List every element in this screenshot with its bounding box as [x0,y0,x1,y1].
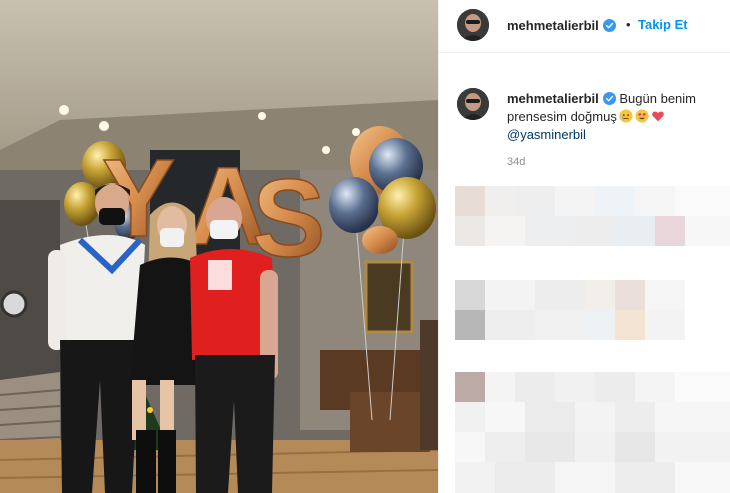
post-header: mehmetalierbil • Takip Et [439,0,730,53]
post-caption: mehmetalierbil Bugün benim prensesim doğ… [507,90,721,144]
header-separator-dot: • [626,17,631,32]
red-heart-icon [652,111,664,122]
header-avatar[interactable] [457,9,489,41]
blurred-comments [455,372,730,493]
post-side-panel: mehmetalierbil • Takip Et mehmetalierbil… [438,0,730,493]
verified-badge-icon [602,19,616,32]
blurred-comments [455,280,730,340]
mention-link[interactable]: @yasminerbil [507,127,586,142]
profile-photo-icon [457,88,489,120]
profile-photo-icon [457,9,489,41]
post-photo[interactable]: Y A S [0,0,438,493]
party-photo-illustration: Y A S [0,0,438,493]
follow-button[interactable]: Takip Et [638,17,688,32]
caption-username[interactable]: mehmetalierbil [507,91,599,106]
header-username[interactable]: mehmetalierbil [507,18,599,33]
header-username-block: mehmetalierbil [507,17,616,35]
caption-avatar[interactable] [457,88,489,120]
heart-eyes-emoji-icon [635,109,649,123]
blurred-comments [455,186,730,266]
crying-face-emoji-icon [619,109,633,123]
post-time[interactable]: 34d [507,156,525,168]
verified-badge-icon [602,92,616,105]
